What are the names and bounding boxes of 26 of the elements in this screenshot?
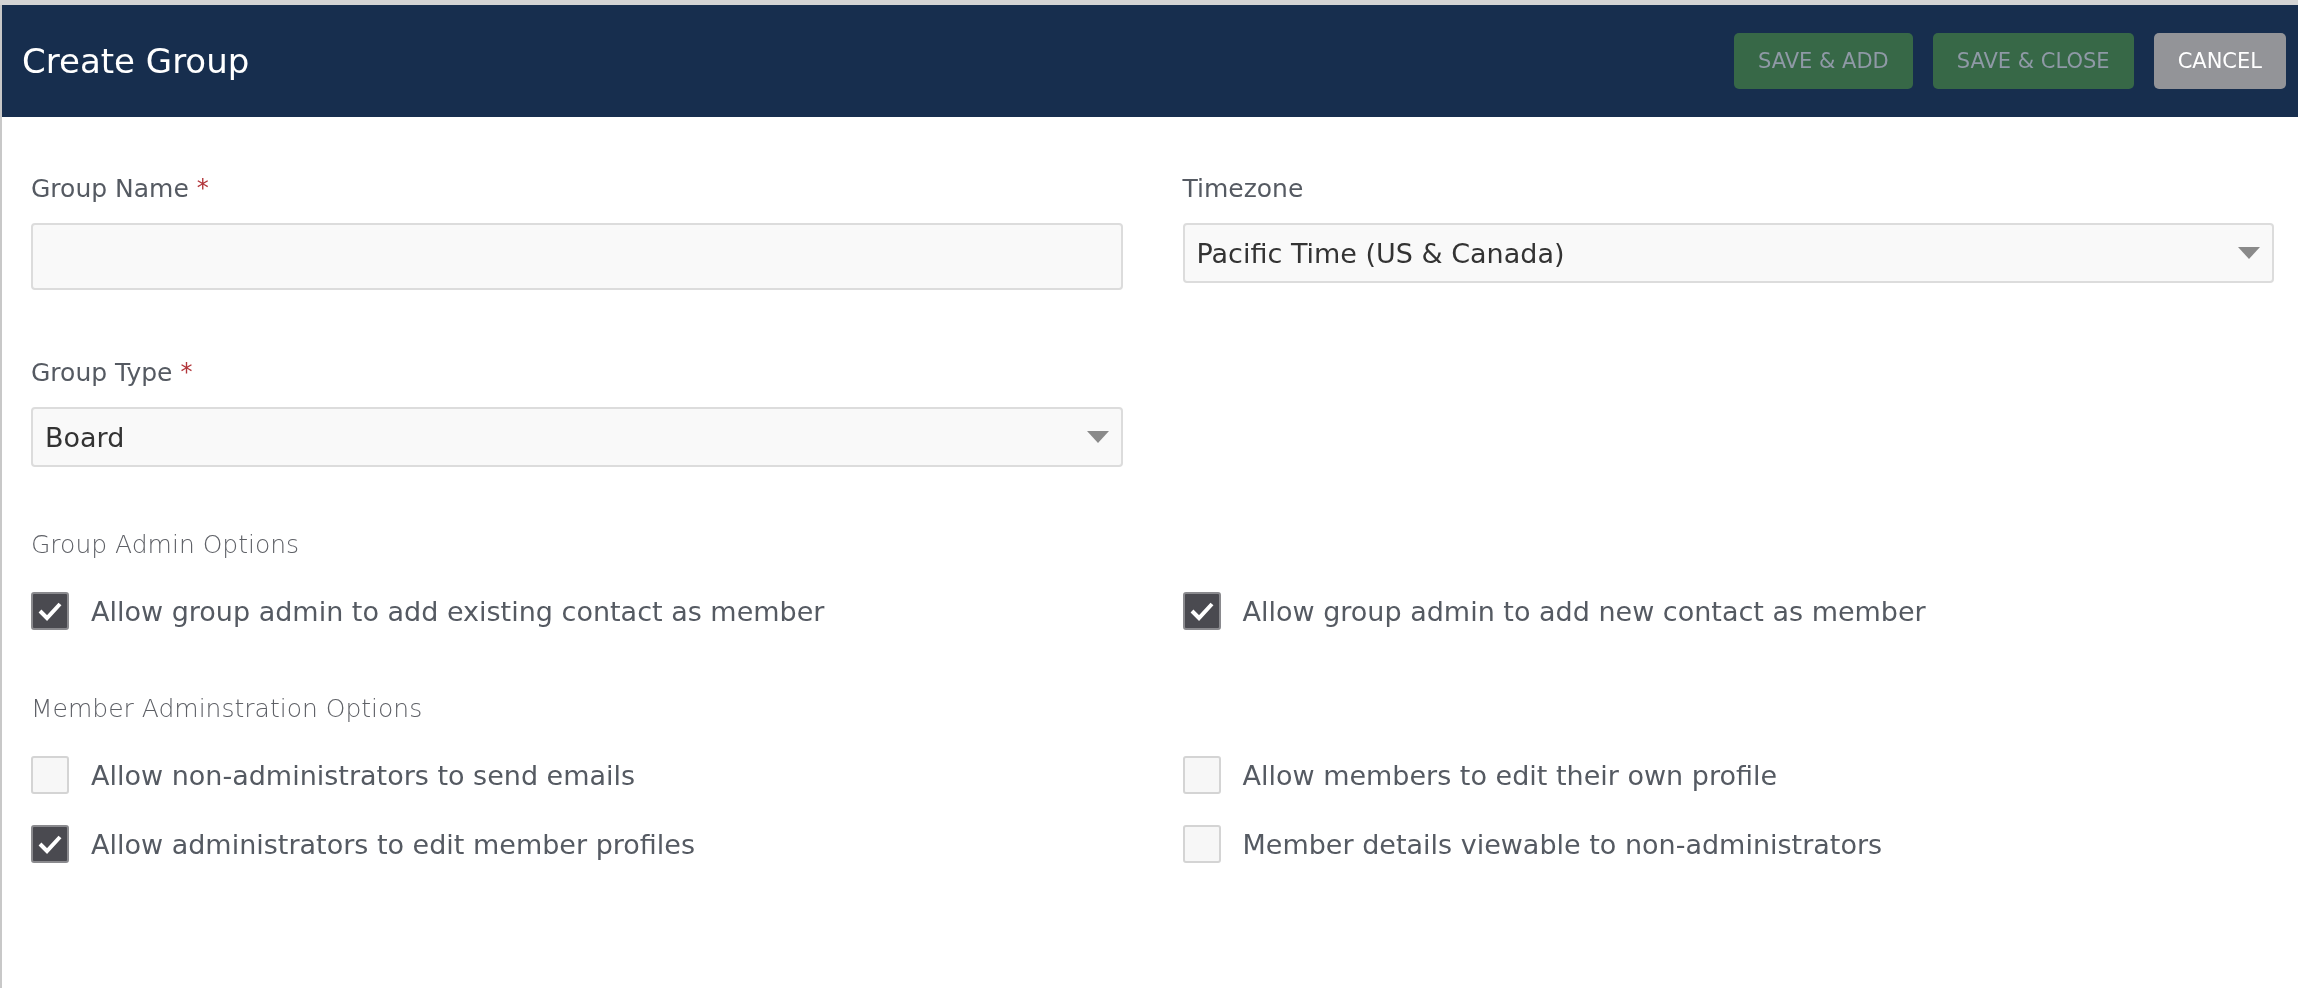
section-heading: Member Adminstration Options [31,694,424,723]
required-mark: * [196,174,209,202]
text-input-field[interactable] [31,223,1123,290]
checkbox-label: Allow group admin to add new contact as member [1242,595,1926,627]
section-heading: Group Admin Options [31,530,301,559]
checkbox[interactable] [1182,592,1221,630]
cancel-button[interactable]: CANCEL [2153,33,2286,89]
field-label: Group Type [31,357,173,387]
checkbox-label: Allow group admin to add existing contact as member [91,595,825,627]
checkbox-label: Allow administrators to edit member profiles [91,828,696,860]
checkmark-icon [1189,601,1214,621]
caret-icon [2238,247,2260,259]
checkbox[interactable] [31,592,69,630]
dropdown-field[interactable]: Board [31,407,1123,467]
checkmark-icon [38,601,62,621]
required-mark: * [180,358,193,386]
checkmark-icon [38,834,62,854]
checkbox[interactable] [31,825,69,863]
field-label: Timezone [1182,173,1304,203]
checkbox-label: Member details viewable to non-administrators [1242,828,1883,860]
checkbox-label: Allow non-administrators to send emails [91,759,636,791]
dialog-title: Create Group [22,41,251,81]
checkbox-label: Allow members to edit their own profile [1242,759,1778,791]
caret-icon [1086,431,1109,443]
field-label: Group Name [31,173,189,203]
dropdown-field[interactable]: Pacific Time (US & Canada) [1182,223,2274,283]
